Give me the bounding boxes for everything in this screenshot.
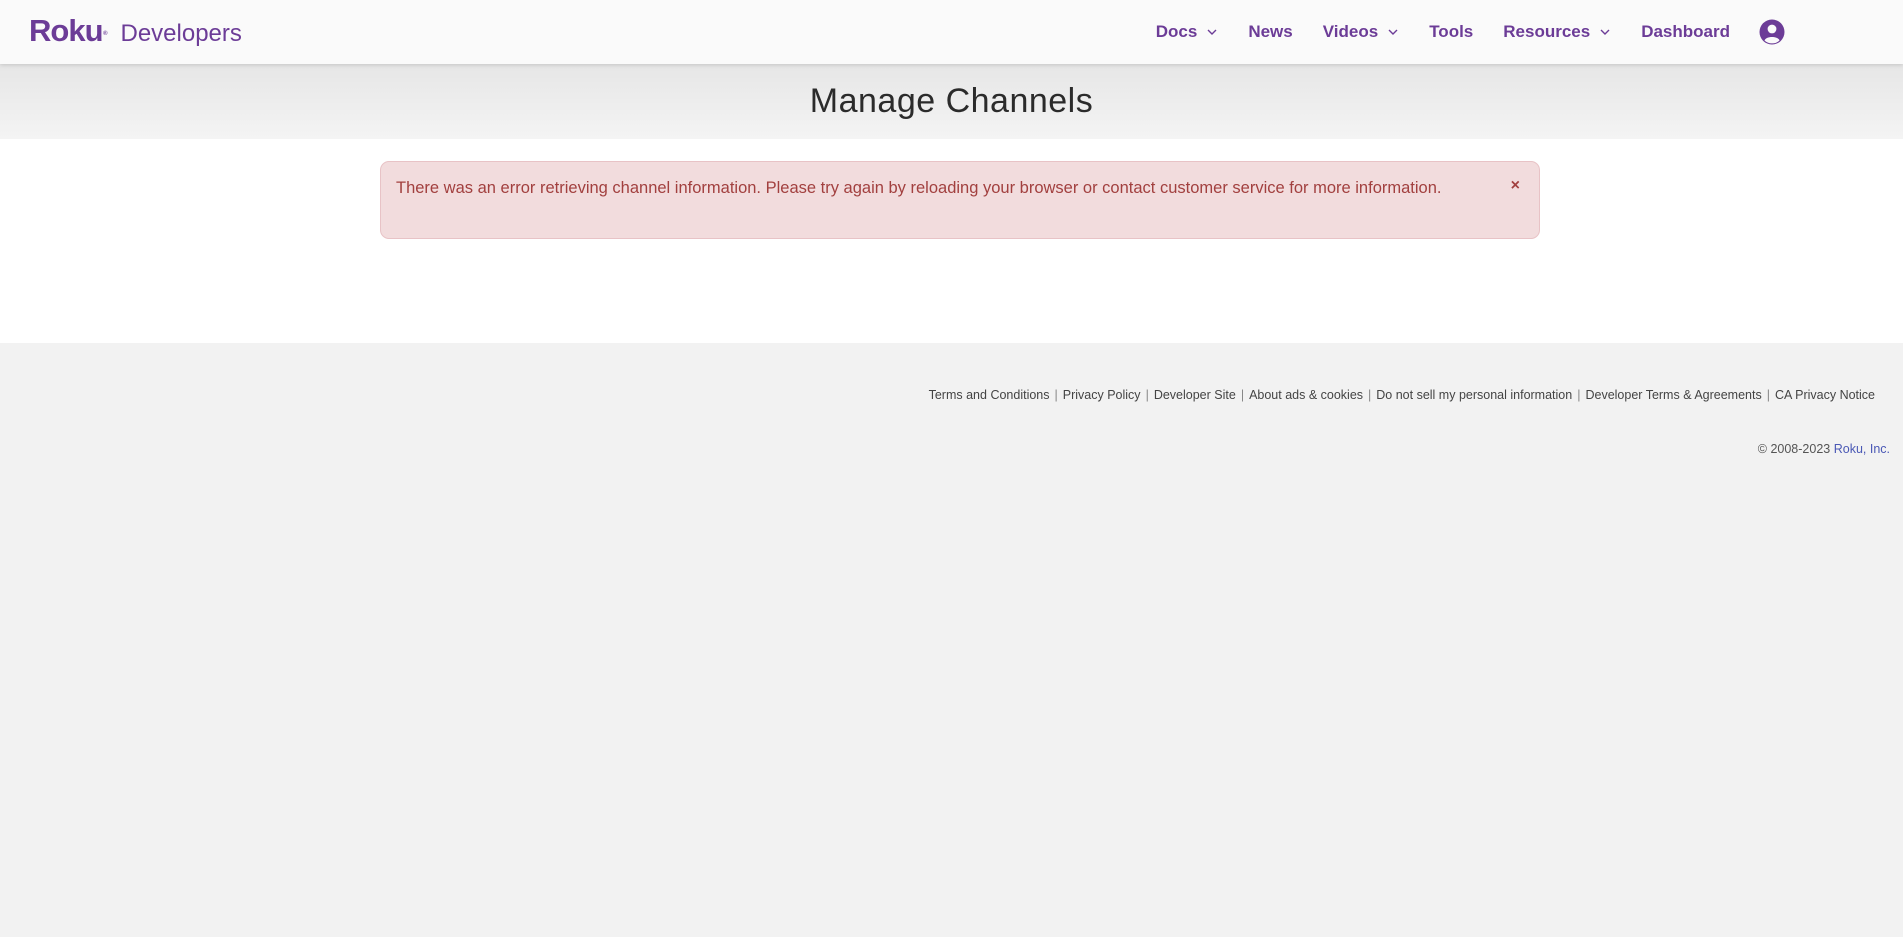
logo-trademark: ® [103, 31, 108, 37]
footer-separator: | [1145, 388, 1149, 402]
footer-separator: | [1240, 388, 1245, 402]
brand[interactable]: Roku ® Developers [29, 13, 242, 50]
nav-item-label: Tools [1429, 22, 1474, 41]
error-alert: There was an error retrieving channel in… [380, 161, 1540, 239]
nav-item-tools[interactable]: Tools [1429, 22, 1473, 42]
nav-item-dashboard[interactable]: Dashboard [1641, 22, 1730, 42]
footer-link-do-not-sell[interactable]: Do not sell my personal information [1376, 388, 1572, 402]
footer-link-terms[interactable]: Terms and Conditions [929, 388, 1050, 402]
brand-developers-label[interactable]: Developers [121, 19, 242, 49]
nav-item-label: Docs [1155, 22, 1198, 41]
nav-item-label: Videos [1322, 22, 1379, 41]
title-band: Manage Channels [0, 64, 1903, 139]
close-icon[interactable]: × [1511, 178, 1520, 194]
chevron-down-icon [1207, 29, 1217, 35]
logo-text: Roku [29, 13, 103, 48]
main-nav: Docs News Videos Tools Resources Dashboa… [1126, 0, 1785, 64]
chevron-down-icon [1388, 29, 1398, 35]
footer-link-developer-site[interactable]: Developer Site [1154, 388, 1236, 402]
chevron-down-icon [1600, 29, 1610, 35]
footer: Terms and Conditions | Privacy Policy | … [0, 343, 1903, 937]
footer-separator: | [1368, 388, 1372, 402]
footer-link-developer-terms[interactable]: Developer Terms & Agreements [1585, 388, 1761, 402]
roku-logo[interactable]: Roku ® [29, 13, 108, 48]
footer-link-ads-cookies[interactable]: About ads & cookies [1249, 388, 1363, 402]
copyright: © 2008-2023 Roku, Inc. [1758, 442, 1890, 456]
page-title: Manage Channels [809, 82, 1094, 120]
footer-separator: | [1766, 388, 1770, 402]
footer-link-privacy-policy[interactable]: Privacy Policy [1063, 388, 1141, 402]
nav-item-resources[interactable]: Resources [1503, 22, 1611, 42]
nav-item-label: News [1248, 22, 1293, 41]
nav-item-news[interactable]: News [1248, 22, 1292, 42]
copyright-company-link[interactable]: Roku, Inc. [1834, 442, 1890, 456]
user-circle-icon[interactable] [1759, 19, 1785, 45]
copyright-years: © 2008-2023 [1757, 442, 1831, 456]
top-navigation-bar: Roku ® Developers Docs News Videos Tools … [0, 0, 1903, 64]
error-alert-message: There was an error retrieving channel in… [396, 179, 1442, 197]
nav-item-label: Dashboard [1641, 22, 1730, 41]
footer-link-ca-privacy[interactable]: CA Privacy Notice [1775, 388, 1875, 402]
nav-item-videos[interactable]: Videos [1323, 22, 1399, 42]
footer-links: Terms and Conditions | Privacy Policy | … [929, 388, 1875, 402]
main-content: There was an error retrieving channel in… [0, 139, 1903, 343]
nav-item-docs[interactable]: Docs [1156, 22, 1219, 42]
nav-item-label: Resources [1503, 22, 1591, 41]
footer-separator: | [1054, 388, 1058, 402]
footer-separator: | [1577, 388, 1581, 402]
